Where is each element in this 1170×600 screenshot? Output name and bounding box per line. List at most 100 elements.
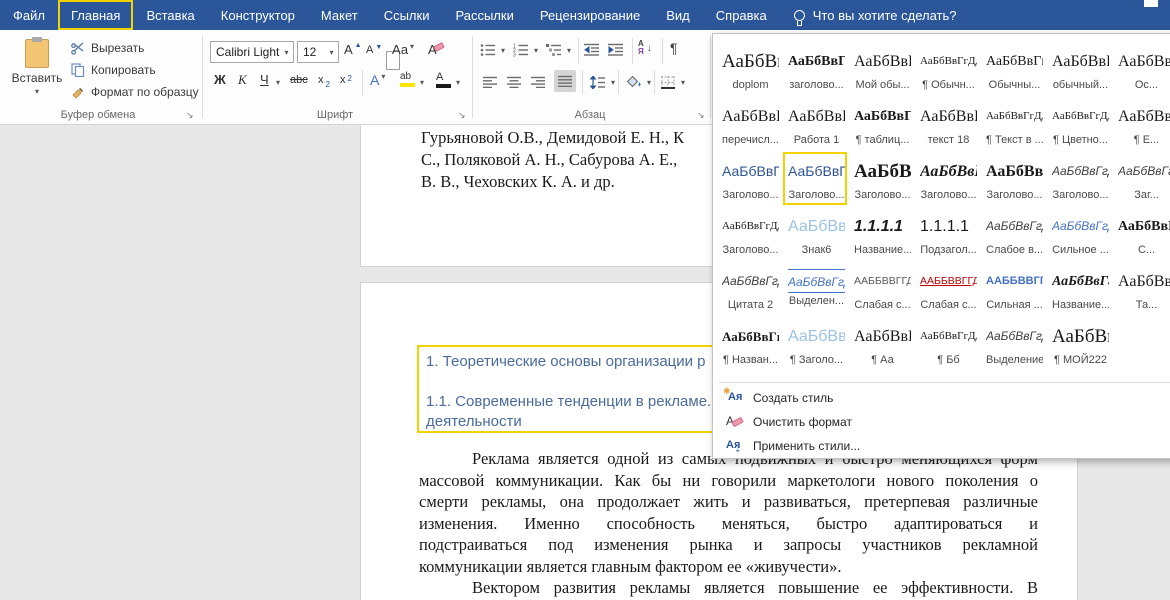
style-item-r3c6[interactable]: АаБбВвГгДдЗаголово... (1047, 152, 1111, 205)
tab-файл[interactable]: Файл (0, 0, 58, 30)
strikethrough-button[interactable]: abc (290, 74, 308, 94)
style-item-r3c4[interactable]: АаБбВвГгДд.Заголово... (915, 152, 979, 205)
style-item-r6c4[interactable]: АаБбВвГгДд,¶ Бб (915, 317, 979, 370)
style-item-r2c2[interactable]: АаБбВвГгДдРабота 1 (783, 97, 847, 150)
clear-formatting-button[interactable]: A (428, 42, 437, 62)
numbering-caret[interactable]: ▾ (534, 46, 538, 55)
style-item-r1c3[interactable]: АаБбВвГгДдМой обы... (849, 42, 913, 95)
style-item-r4c6[interactable]: АаБбВвГгДдСильное ... (1047, 207, 1111, 260)
tab-вид[interactable]: Вид (653, 0, 703, 30)
cut-button[interactable]: Вырезать (70, 38, 144, 58)
paste-dropdown-caret[interactable]: ▾ (35, 87, 39, 96)
justify-button[interactable] (554, 70, 576, 92)
clear-formatting-menu-item[interactable]: A Очистить формат (713, 410, 1170, 434)
style-item-r6c1[interactable]: АаБбВвГгДд¶ Назван... (717, 317, 781, 370)
style-item-r2c5[interactable]: АаБбВвГгДд¶ Текст в ... (981, 97, 1045, 150)
style-item-r1c6[interactable]: АаБбВвГгДдобычный... (1047, 42, 1111, 95)
text-effects-button[interactable]: A▾ (370, 72, 385, 92)
style-item-r3c2[interactable]: АаБбВвГгДдЗаголово... (783, 152, 847, 205)
style-item-r1c4[interactable]: АаБбВвГгДд,¶ Обычн... (915, 42, 979, 95)
borders-caret[interactable]: ▾ (681, 78, 685, 87)
highlight-color-button[interactable]: ab (400, 72, 415, 92)
shrink-font-button[interactable]: А▼ (366, 44, 382, 64)
line-spacing-button[interactable]: ▾ (590, 72, 615, 92)
align-center-button[interactable] (506, 72, 522, 92)
font-color-button[interactable]: А (436, 72, 451, 92)
font-size-combo[interactable]: 12 ▾ (297, 41, 339, 63)
multilevel-caret[interactable]: ▾ (567, 46, 571, 55)
underline-caret[interactable]: ▾ (276, 78, 280, 87)
font-family-combo[interactable]: Calibri Light ▾ (210, 41, 294, 63)
line-spacing-caret[interactable]: ▾ (611, 78, 615, 87)
style-item-r4c5[interactable]: АаБбВвГгДдСлабое в... (981, 207, 1045, 260)
sort-button[interactable]: А Я ↓ (638, 38, 652, 58)
align-right-button[interactable] (530, 72, 546, 92)
style-item-r4c7[interactable]: АаБбВвГгДдС... (1113, 207, 1170, 260)
shading-caret[interactable]: ▾ (647, 78, 651, 87)
show-formatting-marks-button[interactable]: ¶ (670, 38, 678, 58)
grow-font-button[interactable]: А▲ (344, 42, 362, 62)
paste-button[interactable]: Вставить ▾ (10, 36, 64, 116)
style-item-r1c5[interactable]: АаБбВвГгДдОбычны... (981, 42, 1045, 95)
style-item-r2c3[interactable]: АаБбВвГгДд¶ таблиц... (849, 97, 913, 150)
bold-button[interactable]: Ж (214, 72, 226, 92)
apply-styles-menu-item[interactable]: Ая⇣ Применить стили... (713, 434, 1170, 458)
tab-рассылки[interactable]: Рассылки (442, 0, 526, 30)
style-item-r6c6[interactable]: АаБбВвГгДд¶ МОЙ222 (1047, 317, 1111, 370)
increase-indent-button[interactable] (608, 40, 624, 60)
tab-макет[interactable]: Макет (308, 0, 371, 30)
style-item-r1c1[interactable]: АаБбВвГгДдdoplom (717, 42, 781, 95)
underline-button[interactable]: Ч (260, 72, 269, 92)
style-item-r1c2[interactable]: АаБбВвГгДдзаголово... (783, 42, 847, 95)
style-item-r5c6[interactable]: АаБбВвГгДдНазвание... (1047, 262, 1111, 315)
style-item-r4c1[interactable]: АаБбВвГгДд,Заголово... (717, 207, 781, 260)
style-item-r4c4[interactable]: 1.1.1.1Подзагол... (915, 207, 979, 260)
borders-button[interactable]: ▾ (660, 72, 685, 92)
numbering-button[interactable]: 123 ▾ (513, 40, 538, 60)
style-item-r5c2[interactable]: АаБбВвГгДдВыделен... (783, 262, 847, 315)
bullets-button[interactable]: ▾ (480, 40, 505, 60)
style-item-r6c3[interactable]: АаБбВвГгДд¶ Аа (849, 317, 913, 370)
italic-button[interactable]: К (238, 72, 247, 92)
style-item-r5c4[interactable]: ААББВВГГДДСлабая с... (915, 262, 979, 315)
decrease-indent-button[interactable] (584, 40, 600, 60)
style-item-r5c5[interactable]: ААББВВГГДД,Сильная ... (981, 262, 1045, 315)
style-item-r6c2[interactable]: АаБбВвГгДд¶ Заголо... (783, 317, 847, 370)
highlight-caret[interactable]: ▾ (420, 78, 424, 87)
multilevel-list-button[interactable]: ▾ (546, 40, 571, 60)
style-item-r3c5[interactable]: АаБбВвГгДдЗаголово... (981, 152, 1045, 205)
style-item-r3c1[interactable]: АаБбВвГгДдЗаголово... (717, 152, 781, 205)
style-item-r2c1[interactable]: АаБбВвГгДдперечисл... (717, 97, 781, 150)
style-item-r2c7[interactable]: АаБбВвГгДд¶ Е... (1113, 97, 1170, 150)
subscript-button[interactable]: x2 (318, 74, 330, 94)
paragraph-dialog-launcher[interactable]: ↘ (697, 110, 705, 121)
format-painter-button[interactable]: Формат по образцу (70, 82, 199, 102)
style-item-r5c7[interactable]: АаБбВвГгДдТа... (1113, 262, 1170, 315)
align-left-button[interactable] (482, 72, 498, 92)
superscript-button[interactable]: x2 (340, 74, 352, 94)
style-item-r4c2[interactable]: АаБбВвГгДдЗнак6 (783, 207, 847, 260)
bullets-caret[interactable]: ▾ (501, 46, 505, 55)
font-size-caret[interactable]: ▾ (325, 48, 338, 57)
clipboard-dialog-launcher[interactable]: ↘ (186, 110, 194, 121)
style-item-r2c4[interactable]: АаБбВвГгДдтекст 18 (915, 97, 979, 150)
style-item-r2c6[interactable]: АаБбВвГгДд,¶ Цветно... (1047, 97, 1111, 150)
style-item-r3c7[interactable]: АаБбВвГгДдЗаг... (1113, 152, 1170, 205)
tab-вставка[interactable]: Вставка (133, 0, 207, 30)
font-color-caret[interactable]: ▾ (456, 78, 460, 87)
tab-справка[interactable]: Справка (703, 0, 780, 30)
font-dialog-launcher[interactable]: ↘ (458, 110, 466, 121)
style-item-r6c5[interactable]: АаБбВвГгДдВыделение (981, 317, 1045, 370)
tab-рецензирование[interactable]: Рецензирование (527, 0, 653, 30)
style-item-r4c3[interactable]: 1.1.1.1Название... (849, 207, 913, 260)
copy-button[interactable]: Копировать (70, 60, 156, 80)
change-case-button[interactable]: Аа▾ (392, 42, 414, 62)
style-item-r5c3[interactable]: ААББВВГГДДСлабая с... (849, 262, 913, 315)
tab-конструктор[interactable]: Конструктор (208, 0, 308, 30)
style-item-r1c7[interactable]: АаБбВвГгДдОс... (1113, 42, 1170, 95)
tab-главная[interactable]: Главная (58, 0, 133, 30)
font-family-caret[interactable]: ▾ (280, 48, 293, 57)
style-item-r5c1[interactable]: АаБбВвГгДдЦитата 2 (717, 262, 781, 315)
shading-button[interactable]: ▾ (626, 72, 651, 92)
tell-me-assistant[interactable]: Что вы хотите сделать? (780, 0, 957, 30)
